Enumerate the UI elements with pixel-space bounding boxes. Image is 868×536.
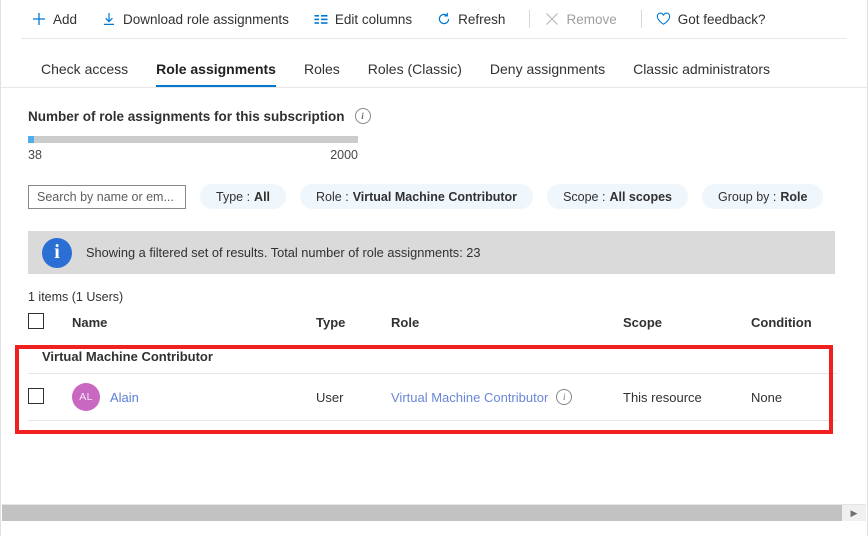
quota-max-value: 2000 [330,148,358,162]
filter-pill-role[interactable]: Role : Virtual Machine Contributor [300,184,533,209]
download-role-assignments-button[interactable]: Download role assignments [99,7,299,31]
filtered-results-banner: i Showing a filtered set of results. Tot… [28,231,835,274]
edit-columns-label: Edit columns [335,12,412,27]
select-all-cell [28,313,72,340]
row-type-cell: User [316,374,391,421]
tab-classic-administrators[interactable]: Classic administrators [619,61,784,87]
row-checkbox[interactable] [28,388,44,404]
remove-button[interactable]: Remove [542,7,626,31]
download-button-label: Download role assignments [123,12,289,27]
horizontal-scrollbar[interactable]: ▶ [2,504,866,522]
tab-deny-assignments-label: Deny assignments [490,61,605,77]
filter-pill-scope-value: All scopes [609,190,672,204]
refresh-label: Refresh [458,12,505,27]
avatar: AL [72,383,100,411]
add-button-label: Add [53,12,77,27]
scroll-right-arrow-icon[interactable]: ▶ [842,505,866,522]
tab-check-access[interactable]: Check access [27,61,142,87]
filter-pill-group-by[interactable]: Group by : Role [702,184,823,209]
quota-progress-track [28,136,358,143]
tab-roles-label: Roles [304,61,340,77]
quota-heading-row: Number of role assignments for this subs… [28,108,867,124]
tab-roles-classic[interactable]: Roles (Classic) [354,61,476,87]
filter-pill-group-by-label: Group by : [718,190,776,204]
remove-label: Remove [566,12,616,27]
group-header-row[interactable]: Virtual Machine Contributor [28,340,837,374]
info-icon[interactable]: i [355,108,371,124]
filter-pill-type-value: All [254,190,270,204]
filter-pill-scope[interactable]: Scope : All scopes [547,184,688,209]
column-header-role[interactable]: Role [391,313,623,340]
filter-pill-role-label: Role : [316,190,349,204]
filter-pill-type-label: Type : [216,190,250,204]
row-condition-cell: None [751,374,837,421]
command-separator-2 [641,10,642,28]
tab-roles-classic-label: Roles (Classic) [368,61,462,77]
info-filled-icon: i [42,238,72,268]
table-header: Name Type Role Scope Condition [28,313,837,340]
got-feedback-label: Got feedback? [678,12,766,27]
row-role-link[interactable]: Virtual Machine Contributor [391,390,548,405]
bottom-strip [1,521,867,536]
tab-role-assignments-label: Role assignments [156,61,276,77]
row-name-cell: AL Alain [72,374,316,421]
columns-icon [313,11,329,27]
tab-check-access-label: Check access [41,61,128,77]
role-assignment-quota: Number of role assignments for this subs… [1,88,867,162]
add-button[interactable]: Add [29,7,87,31]
row-scope-cell: This resource [623,374,751,421]
role-assignments-table: Name Type Role Scope Condition Virtual M… [28,313,837,421]
filter-pill-type[interactable]: Type : All [200,184,286,209]
group-header-label: Virtual Machine Contributor [28,340,837,374]
items-count-label: 1 items (1 Users) [28,290,867,304]
table-row[interactable]: AL Alain User Virtual Machine Contributo… [28,374,837,421]
download-icon [101,11,117,27]
column-header-type[interactable]: Type [316,313,391,340]
tab-roles[interactable]: Roles [290,61,354,87]
quota-progress-labels: 38 2000 [28,148,358,162]
name-cell-content: AL Alain [72,383,316,411]
quota-current-value: 38 [28,148,42,162]
filter-pill-group-by-value: Role [780,190,807,204]
tab-classic-administrators-label: Classic administrators [633,61,770,77]
column-header-scope[interactable]: Scope [623,313,751,340]
refresh-button[interactable]: Refresh [434,7,515,31]
table-header-row: Name Type Role Scope Condition [28,313,837,340]
got-feedback-button[interactable]: Got feedback? [654,7,776,31]
tab-deny-assignments[interactable]: Deny assignments [476,61,619,87]
banner-icon-wrap: i [28,238,86,268]
role-info-icon[interactable]: i [556,389,572,405]
close-x-icon [544,11,560,27]
banner-message: Showing a filtered set of results. Total… [86,245,481,260]
refresh-icon [436,11,452,27]
row-name-link[interactable]: Alain [110,390,139,405]
row-select-cell [28,374,72,421]
quota-progress-fill [28,136,34,143]
plus-icon [31,11,47,27]
filter-pill-role-value: Virtual Machine Contributor [353,190,517,204]
select-all-checkbox[interactable] [28,313,44,329]
filter-pill-scope-label: Scope : [563,190,605,204]
tab-bar: Check access Role assignments Roles Role… [1,39,867,87]
role-assignments-table-wrap: 1 items (1 Users) Name Type Role Scope C… [1,290,867,421]
horizontal-scrollbar-thumb[interactable] [2,505,842,522]
quota-title: Number of role assignments for this subs… [28,109,345,124]
command-separator-1 [529,10,530,28]
edit-columns-button[interactable]: Edit columns [311,7,422,31]
table-body: Virtual Machine Contributor AL Alain Use… [28,340,837,421]
column-header-name[interactable]: Name [72,313,316,340]
filter-bar: Type : All Role : Virtual Machine Contri… [1,162,867,209]
heart-icon [656,11,672,27]
tab-role-assignments[interactable]: Role assignments [142,61,290,87]
role-cell-content: Virtual Machine Contributor i [391,389,623,405]
row-role-cell: Virtual Machine Contributor i [391,374,623,421]
column-header-condition[interactable]: Condition [751,313,837,340]
role-assignments-page: Add Download role assignments Edit colum… [0,0,868,536]
search-input[interactable] [28,185,186,209]
command-bar: Add Download role assignments Edit colum… [1,0,867,38]
